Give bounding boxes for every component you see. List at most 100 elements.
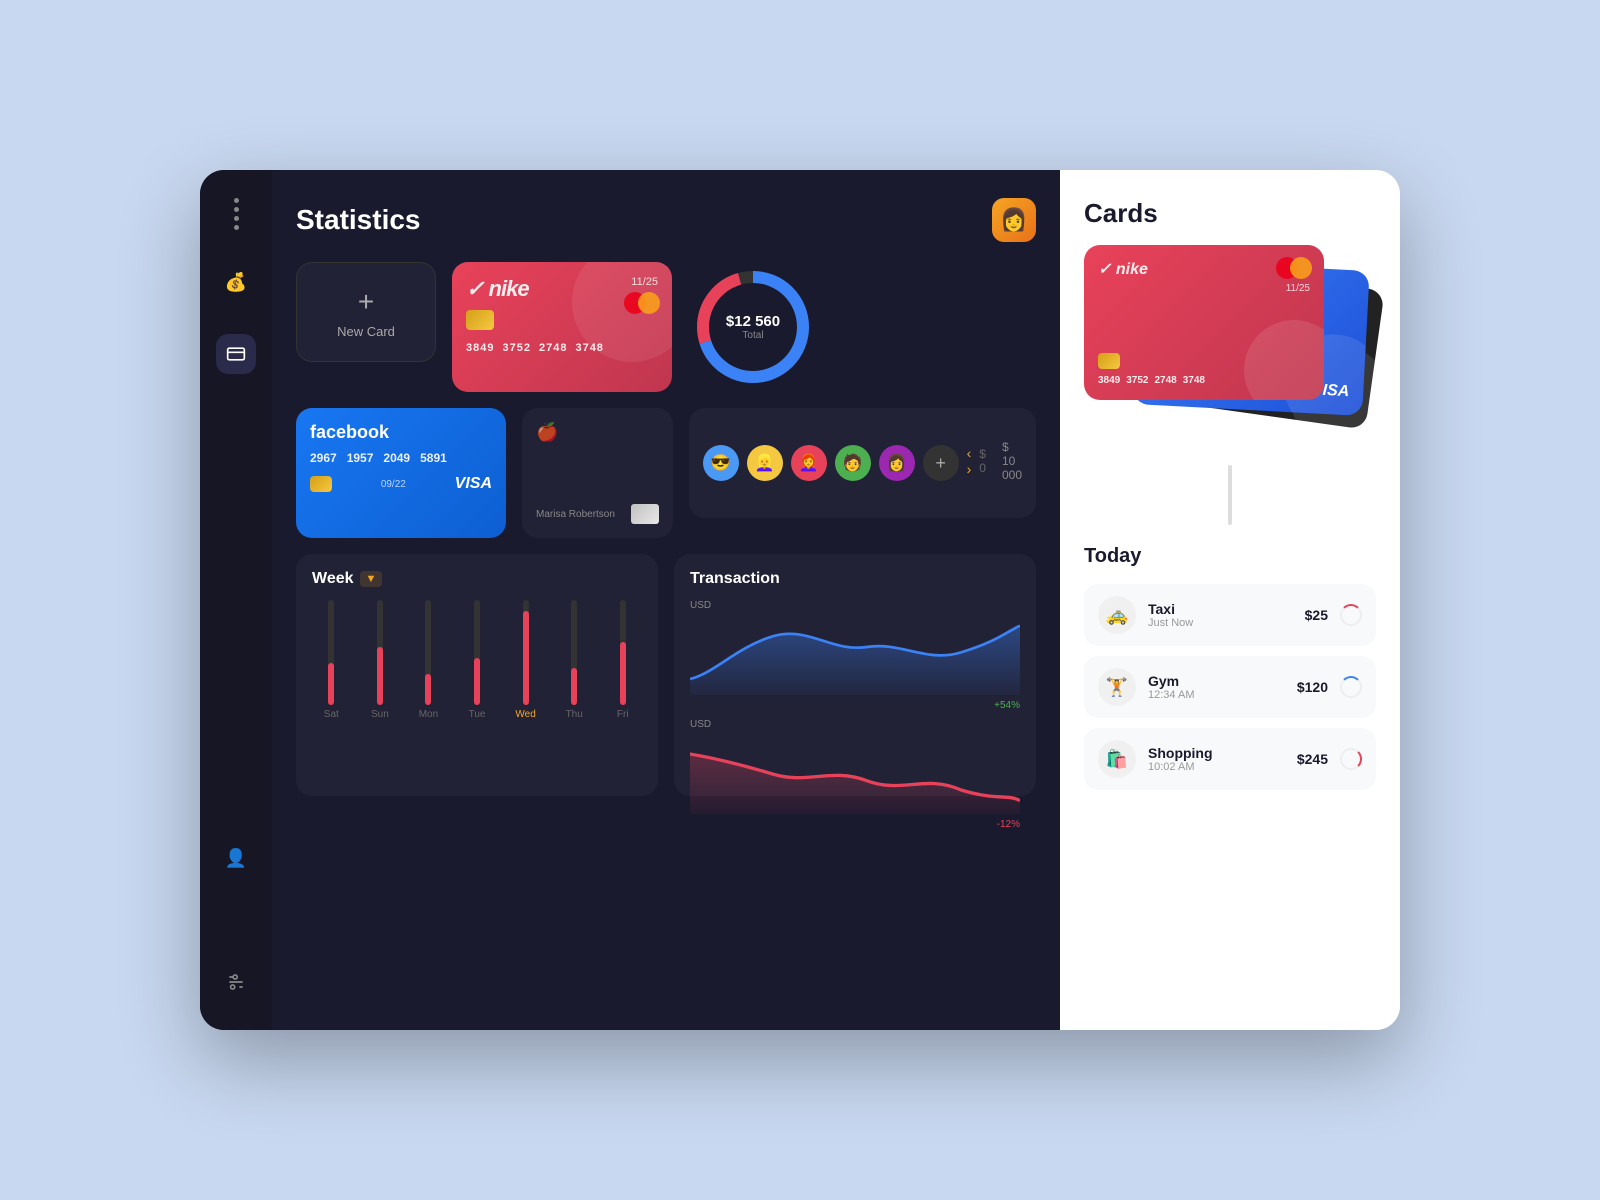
apple-card-name: Marisa Robertson	[536, 509, 615, 520]
taxi-name: Taxi	[1148, 601, 1293, 617]
card-num-2: 3752	[502, 342, 530, 354]
new-card-plus-icon: +	[358, 286, 374, 318]
bar-track-mon	[425, 600, 431, 705]
person-avatar-5[interactable]: 👩	[879, 445, 915, 481]
taxi-status-icon	[1340, 604, 1362, 626]
gym-amount: $120	[1297, 679, 1328, 695]
range-start: $ 0	[979, 447, 986, 475]
facebook-card-numbers: 2967 1957 2049 5891	[310, 451, 492, 465]
transaction-gym[interactable]: 🏋️ Gym 12:34 AM $120	[1084, 656, 1376, 718]
red-card-num-4: 3748	[1183, 375, 1205, 386]
taxi-time: Just Now	[1148, 617, 1293, 629]
apple-card[interactable]: 🍎 Marisa Robertson	[522, 408, 673, 538]
transaction-shopping[interactable]: 🛍️ Shopping 10:02 AM $245	[1084, 728, 1376, 790]
person-avatar-4[interactable]: 🧑	[835, 445, 871, 481]
week-filter[interactable]: ▼	[360, 571, 383, 587]
bar-track-tue	[474, 600, 480, 705]
fb-num-3: 2049	[383, 451, 410, 465]
apple-chip-icon	[631, 504, 659, 524]
person-avatar-3[interactable]: 👩‍🦰	[791, 445, 827, 481]
sidebar-icon-user[interactable]: 👤	[216, 838, 256, 878]
charts-row: Week ▼ Sat	[296, 554, 1036, 796]
fb-num-2: 1957	[347, 451, 374, 465]
card-num-4: 3748	[575, 342, 603, 354]
people-row: 😎 👱‍♀️ 👩‍🦰 🧑 👩 + ‹ › $ 0 $ 10 000	[689, 408, 1036, 518]
chart-title-row: Week ▼	[312, 570, 642, 588]
bar-label-sat: Sat	[324, 709, 339, 720]
gym-name: Gym	[1148, 673, 1285, 689]
person-avatar-1[interactable]: 😎	[703, 445, 739, 481]
bar-fill-sun	[377, 647, 383, 705]
page-title: Statistics	[296, 204, 421, 236]
sidebar-icon-cards[interactable]	[216, 334, 256, 374]
gym-info: Gym 12:34 AM	[1148, 673, 1285, 701]
shopping-status-icon	[1340, 748, 1362, 770]
sidebar-icon-wallet[interactable]: 💰	[216, 262, 256, 302]
bar-tue: Tue	[458, 600, 497, 720]
red-card-num-1: 3849	[1098, 375, 1120, 386]
red-card-inner: ✓ nike 11/25 3849 3752 2748 3748	[1084, 245, 1324, 400]
card-expiry: 11/25	[631, 276, 658, 288]
top-row: + New Card ✓ nike 11/25 3849 3752 27	[296, 262, 1036, 392]
week-chart: Week ▼ Sat	[296, 554, 658, 796]
taxi-info: Taxi Just Now	[1148, 601, 1293, 629]
bar-label-mon: Mon	[419, 709, 438, 720]
transaction-chart: Transaction USD	[674, 554, 1036, 796]
bar-fri: Fri	[603, 600, 642, 720]
range-end: $ 10 000	[1002, 440, 1022, 482]
card-chip-icon	[466, 310, 494, 330]
donut-center: $12 560 Total	[726, 313, 780, 341]
bar-wed: Wed	[506, 600, 545, 720]
bar-track-thu	[571, 600, 577, 705]
right-panel: Cards VISA ✓ nike 11/25	[1060, 170, 1400, 1030]
facebook-card-bottom: 09/22 VISA	[310, 475, 492, 493]
tx-chart-area: USD +54% USD	[690, 600, 1020, 780]
sidebar: 💰 👤	[200, 170, 272, 1030]
divider	[1228, 465, 1232, 525]
red-card-num-2: 3752	[1126, 375, 1148, 386]
red-card-mastercard	[1276, 257, 1312, 279]
visa-logo: VISA	[455, 475, 492, 493]
shopping-amount: $245	[1297, 751, 1328, 767]
bar-track-wed	[523, 600, 529, 705]
donut-label: Total	[726, 330, 780, 341]
card-num-1: 3849	[466, 342, 494, 354]
red-card[interactable]: ✓ nike 11/25 3849 3752 2748 3748	[1084, 245, 1324, 400]
nike-card[interactable]: ✓ nike 11/25 3849 3752 2748 3748	[452, 262, 672, 392]
range-row: ‹ › $ 0 $ 10 000	[967, 440, 1022, 482]
red-card-chip: 3849 3752 2748 3748	[1098, 353, 1205, 386]
card-num-3: 2748	[539, 342, 567, 354]
new-card-button[interactable]: + New Card	[296, 262, 436, 362]
sidebar-icon-settings[interactable]	[216, 962, 256, 1002]
user-avatar[interactable]: 👩	[992, 198, 1036, 242]
bar-fill-fri	[620, 642, 626, 705]
person-avatar-2[interactable]: 👱‍♀️	[747, 445, 783, 481]
bar-sun: Sun	[361, 600, 400, 720]
shopping-info: Shopping 10:02 AM	[1148, 745, 1285, 773]
bar-sat: Sat	[312, 600, 351, 720]
left-panel: 💰 👤	[200, 170, 1060, 1030]
donut-amount: $12 560	[726, 313, 780, 330]
card-number-row: 3849 3752 2748 3748	[466, 342, 658, 354]
bar-label-wed: Wed	[515, 709, 535, 720]
stats-header: Statistics 👩	[296, 198, 1036, 242]
main-content: Statistics 👩 + New Card ✓ nike 11/25	[272, 170, 1060, 1030]
new-card-label: New Card	[337, 324, 395, 339]
facebook-card[interactable]: facebook 2967 1957 2049 5891 09/22 VISA	[296, 408, 506, 538]
line-chart-red	[690, 734, 1020, 814]
tx-chart-title-row: Transaction	[690, 570, 1020, 588]
bar-chart: Sat Sun Mon	[312, 600, 642, 720]
cards-panel-title: Cards	[1084, 198, 1376, 229]
red-card-num-3: 2748	[1155, 375, 1177, 386]
gym-time: 12:34 AM	[1148, 689, 1285, 701]
range-controls[interactable]: ‹ ›	[967, 445, 972, 477]
fb-expiry: 09/22	[381, 479, 406, 490]
taxi-amount: $25	[1305, 607, 1328, 623]
transaction-taxi[interactable]: 🚕 Taxi Just Now $25	[1084, 584, 1376, 646]
menu-dots-icon[interactable]	[234, 198, 239, 230]
add-person-button[interactable]: +	[923, 445, 959, 481]
bar-track-fri	[620, 600, 626, 705]
bar-label-fri: Fri	[617, 709, 629, 720]
week-chart-title: Week	[312, 570, 354, 588]
second-row: facebook 2967 1957 2049 5891 09/22 VISA	[296, 408, 1036, 538]
